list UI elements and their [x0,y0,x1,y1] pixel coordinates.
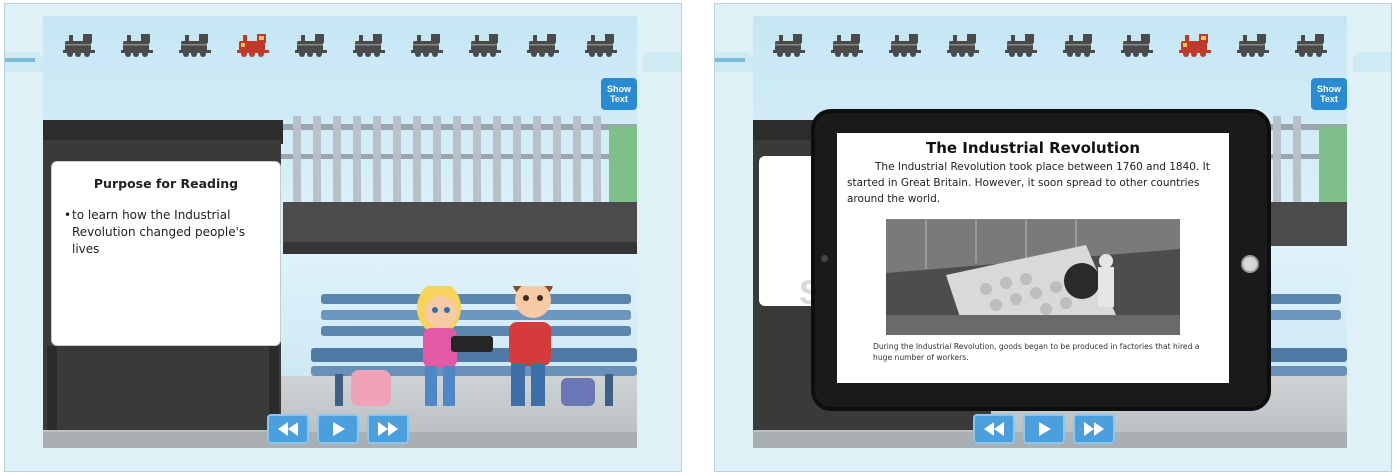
playback-controls [267,414,409,444]
board-post-left [47,346,57,430]
panel-tab-right [643,52,681,72]
factory-image-icon [886,219,1180,335]
platform-edge [283,242,637,254]
tablet-screen: The Industrial Revolution The Industrial… [837,133,1229,383]
progress-trains [61,26,621,62]
train-icon[interactable] [1293,29,1331,59]
train-icon[interactable] [467,29,505,59]
slide-stage: Show Text Purpose for Reading • to learn… [43,16,637,448]
article-title: The Industrial Revolution [925,139,1141,157]
train-icon[interactable] [887,29,925,59]
fast-forward-icon [378,422,398,436]
panel-tab-line [5,58,35,62]
show-text-button[interactable]: Show Text [601,78,637,110]
train-icon-current[interactable] [235,29,273,59]
panel-tab-right [1353,52,1391,72]
fast-forward-button[interactable] [1073,414,1115,444]
factory-photo [886,219,1180,335]
panel-tab-line [715,58,745,62]
article-body: The Industrial Revolution took place bet… [847,161,1210,205]
show-text-button[interactable]: Show Text [1311,78,1347,110]
platform-canopy [283,202,637,246]
show-text-label-1: Show [607,84,631,94]
tablet-popup: The Industrial Revolution The Industrial… [811,109,1271,411]
train-icon-current[interactable] [1177,29,1215,59]
purpose-bullet-text: to learn how the Industrial Revolution c… [72,208,246,256]
train-icon[interactable] [119,29,157,59]
bullet-dot-icon: • [64,208,72,222]
panel-tab-left [715,52,753,72]
blue-backpack-icon [561,378,595,406]
train-icon[interactable] [61,29,99,59]
rewind-button[interactable] [973,414,1015,444]
boy-character-icon [509,286,553,406]
fast-forward-icon [1084,422,1104,436]
train-icon[interactable] [525,29,563,59]
train-icon[interactable] [945,29,983,59]
train-icon[interactable] [1235,29,1273,59]
rewind-icon [278,422,298,436]
play-button[interactable] [317,414,359,444]
train-icon[interactable] [293,29,331,59]
play-icon [1039,422,1051,436]
slide-panel-left: Show Text Purpose for Reading • to learn… [4,3,682,472]
pink-backpack-icon [351,370,391,406]
train-icon[interactable] [1119,29,1157,59]
purpose-card: Purpose for Reading • to learn how the I… [51,161,281,346]
photo-caption: During the Industrial Revolution, goods … [873,342,1200,362]
train-icon[interactable] [351,29,389,59]
play-icon [333,422,345,436]
tablet-home-button[interactable] [1241,255,1259,273]
train-icon[interactable] [583,29,621,59]
purpose-bullet: • to learn how the Industrial Revolution… [64,207,268,258]
rewind-icon [984,422,1004,436]
play-button[interactable] [1023,414,1065,444]
panel-tab-left [5,52,43,72]
bench-with-children [311,286,637,406]
progress-trains [771,26,1331,62]
show-text-label-2: Text [610,94,628,104]
purpose-title: Purpose for Reading [93,176,239,191]
train-icon[interactable] [1003,29,1041,59]
slide-panel-right: Show Text S The Industrial [714,3,1392,472]
playback-controls [973,414,1115,444]
train-icon[interactable] [177,29,215,59]
show-text-label-1: Show [1317,84,1341,94]
slide-stage: Show Text S The Industrial [753,16,1347,448]
rewind-button[interactable] [267,414,309,444]
train-icon[interactable] [1061,29,1099,59]
tablet-prop-icon [451,336,493,352]
train-icon[interactable] [409,29,447,59]
train-icon[interactable] [771,29,809,59]
tablet-camera-icon [821,255,828,262]
show-text-label-2: Text [1320,94,1338,104]
train-icon[interactable] [829,29,867,59]
fast-forward-button[interactable] [367,414,409,444]
